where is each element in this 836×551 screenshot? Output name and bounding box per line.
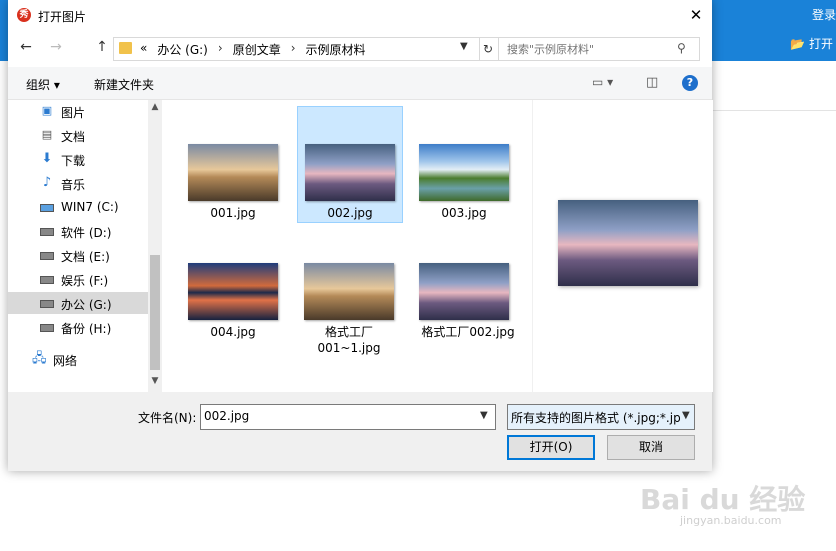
filename-value[interactable]: 002.jpg <box>204 409 249 423</box>
scrollbar-thumb[interactable] <box>150 255 160 370</box>
file-item-geshi-002[interactable]: 格式工厂002.jpg <box>412 228 524 343</box>
breadcrumb-item[interactable]: 示例原材料 <box>306 41 366 58</box>
file-name: 002.jpg <box>327 206 373 220</box>
drive-icon <box>40 296 54 310</box>
new-folder-button[interactable]: 新建文件夹 <box>94 76 154 93</box>
open-label: 打开 <box>808 37 833 51</box>
download-icon: ⬇ <box>41 151 53 166</box>
file-type-value: 所有支持的图片格式 (*.jpg;*.jp <box>511 411 681 425</box>
help-icon[interactable]: ? <box>682 75 698 91</box>
search-box[interactable]: ⚲ <box>498 37 700 61</box>
file-name: 001.jpg <box>210 206 256 220</box>
scroll-down-icon[interactable]: ▼ <box>148 376 162 386</box>
pictures-icon: ▣ <box>41 104 53 117</box>
up-arrow-icon[interactable]: ↑ <box>92 37 112 57</box>
image-thumbnail <box>419 144 509 201</box>
filename-label: 文件名(N): <box>138 411 197 425</box>
dialog-footer: 文件名(N): 002.jpg ▼ 所有支持的图片格式 (*.jpg;*.jp … <box>8 392 712 471</box>
folder-icon <box>119 42 132 54</box>
preview-pane-icon[interactable]: ◫ <box>646 75 658 90</box>
image-thumbnail <box>305 144 395 201</box>
search-input[interactable] <box>499 38 677 60</box>
sidebar-item-pictures[interactable]: ▣ 图片 <box>8 100 148 122</box>
file-type-select[interactable]: 所有支持的图片格式 (*.jpg;*.jp ▼ <box>507 404 695 430</box>
image-thumbnail <box>188 144 278 201</box>
view-options-icon[interactable]: ▭ ▾ <box>592 75 613 89</box>
open-file-dialog: 秀 打开图片 ✕ ← → ↑ « 办公 (G:) › 原创文章 › 示例原材料 … <box>8 0 713 471</box>
login-link[interactable]: 登录 <box>812 6 836 23</box>
sidebar-item-network[interactable]: 🖧 网络 <box>8 348 148 370</box>
image-thumbnail <box>304 263 394 320</box>
sidebar-item-downloads[interactable]: ⬇ 下载 <box>8 148 148 170</box>
network-icon: 🖧 <box>32 351 47 366</box>
navigation-bar: ← → ↑ « 办公 (G:) › 原创文章 › 示例原材料 ▼ ↻ ⚲ <box>8 33 712 63</box>
chevron-down-icon[interactable]: ▼ <box>460 41 468 52</box>
image-thumbnail <box>419 263 509 320</box>
breadcrumb-item[interactable]: 原创文章 <box>233 41 281 58</box>
file-item-003[interactable]: 003.jpg <box>412 108 516 223</box>
breadcrumb: « 办公 (G:) › 原创文章 › 示例原材料 <box>140 41 366 58</box>
file-item-001[interactable]: 001.jpg <box>181 108 285 223</box>
preview-image <box>558 200 698 286</box>
sidebar-item-drive-h[interactable]: 备份 (H:) <box>8 316 148 338</box>
back-arrow-icon[interactable]: ← <box>16 37 36 57</box>
sidebar-item-drive-c[interactable]: WIN7 (C:) <box>8 196 148 218</box>
filename-field[interactable]: 002.jpg ▼ <box>200 404 496 430</box>
music-icon: ♪ <box>42 175 52 190</box>
file-name: 格式工厂 001~1.jpg <box>317 325 381 355</box>
file-item-geshi-001[interactable]: 格式工厂 001~1.jpg <box>297 228 401 363</box>
image-thumbnail <box>188 263 278 320</box>
watermark: Bai du 经验 <box>640 483 806 516</box>
sidebar-item-drive-d[interactable]: 软件 (D:) <box>8 220 148 242</box>
refresh-icon[interactable]: ↻ <box>478 37 499 61</box>
scroll-up-icon[interactable]: ▲ <box>148 102 162 112</box>
title-bar[interactable]: 秀 打开图片 ✕ <box>8 0 712 30</box>
open-button-bg[interactable]: 📂 打开 <box>790 35 833 52</box>
drive-icon <box>40 248 54 262</box>
sidebar-item-drive-f[interactable]: 娱乐 (F:) <box>8 268 148 290</box>
close-button[interactable]: ✕ <box>683 3 709 27</box>
sidebar-item-drive-e[interactable]: 文档 (E:) <box>8 244 148 266</box>
chevron-down-icon[interactable]: ▼ <box>480 410 488 421</box>
drive-icon <box>40 224 54 238</box>
sidebar-item-music[interactable]: ♪ 音乐 <box>8 172 148 194</box>
cancel-button[interactable]: 取消 <box>607 435 695 460</box>
watermark-url: jingyan.baidu.com <box>680 514 782 527</box>
preview-pane <box>532 100 713 392</box>
breadcrumb-item[interactable]: 办公 (G:) <box>157 41 208 58</box>
documents-icon: ▤ <box>41 128 53 141</box>
navigation-scrollbar[interactable]: ▲ ▼ <box>148 100 162 392</box>
folder-icon: 📂 <box>790 36 805 51</box>
file-name: 格式工厂002.jpg <box>421 325 515 339</box>
system-drive-icon <box>40 200 54 214</box>
sidebar-item-drive-g[interactable]: 办公 (G:) <box>8 292 148 314</box>
chevron-down-icon[interactable]: ▼ <box>680 410 690 421</box>
sidebar-item-documents[interactable]: ▤ 文档 <box>8 124 148 146</box>
chevron-right-icon[interactable]: › <box>218 41 223 58</box>
file-name: 003.jpg <box>441 206 487 220</box>
search-icon[interactable]: ⚲ <box>677 41 686 55</box>
divider <box>713 110 836 111</box>
command-toolbar: 组织 ▾ 新建文件夹 ▭ ▾ ◫ ? <box>8 67 712 100</box>
navigation-pane: ▣ 图片 ▤ 文档 ⬇ 下载 ♪ 音乐 WIN7 (C:) 软件 (D:) 文档… <box>8 100 148 392</box>
app-icon: 秀 <box>17 8 31 22</box>
dialog-title: 打开图片 <box>38 10 87 24</box>
open-button[interactable]: 打开(O) <box>507 435 595 460</box>
file-list-pane: 001.jpg 002.jpg 003.jpg 004.jpg 格式工厂 001… <box>163 100 531 392</box>
organize-button[interactable]: 组织 ▾ <box>26 76 60 93</box>
file-item-004[interactable]: 004.jpg <box>181 228 285 343</box>
file-name: 004.jpg <box>210 325 256 339</box>
drive-icon <box>40 320 54 334</box>
address-bar[interactable]: « 办公 (G:) › 原创文章 › 示例原材料 ▼ <box>113 37 480 61</box>
file-item-002[interactable]: 002.jpg <box>297 106 403 223</box>
chevron-right-icon[interactable]: › <box>291 41 296 58</box>
breadcrumb-overflow[interactable]: « <box>140 41 147 58</box>
forward-arrow-icon[interactable]: → <box>46 37 66 57</box>
drive-icon <box>40 272 54 286</box>
